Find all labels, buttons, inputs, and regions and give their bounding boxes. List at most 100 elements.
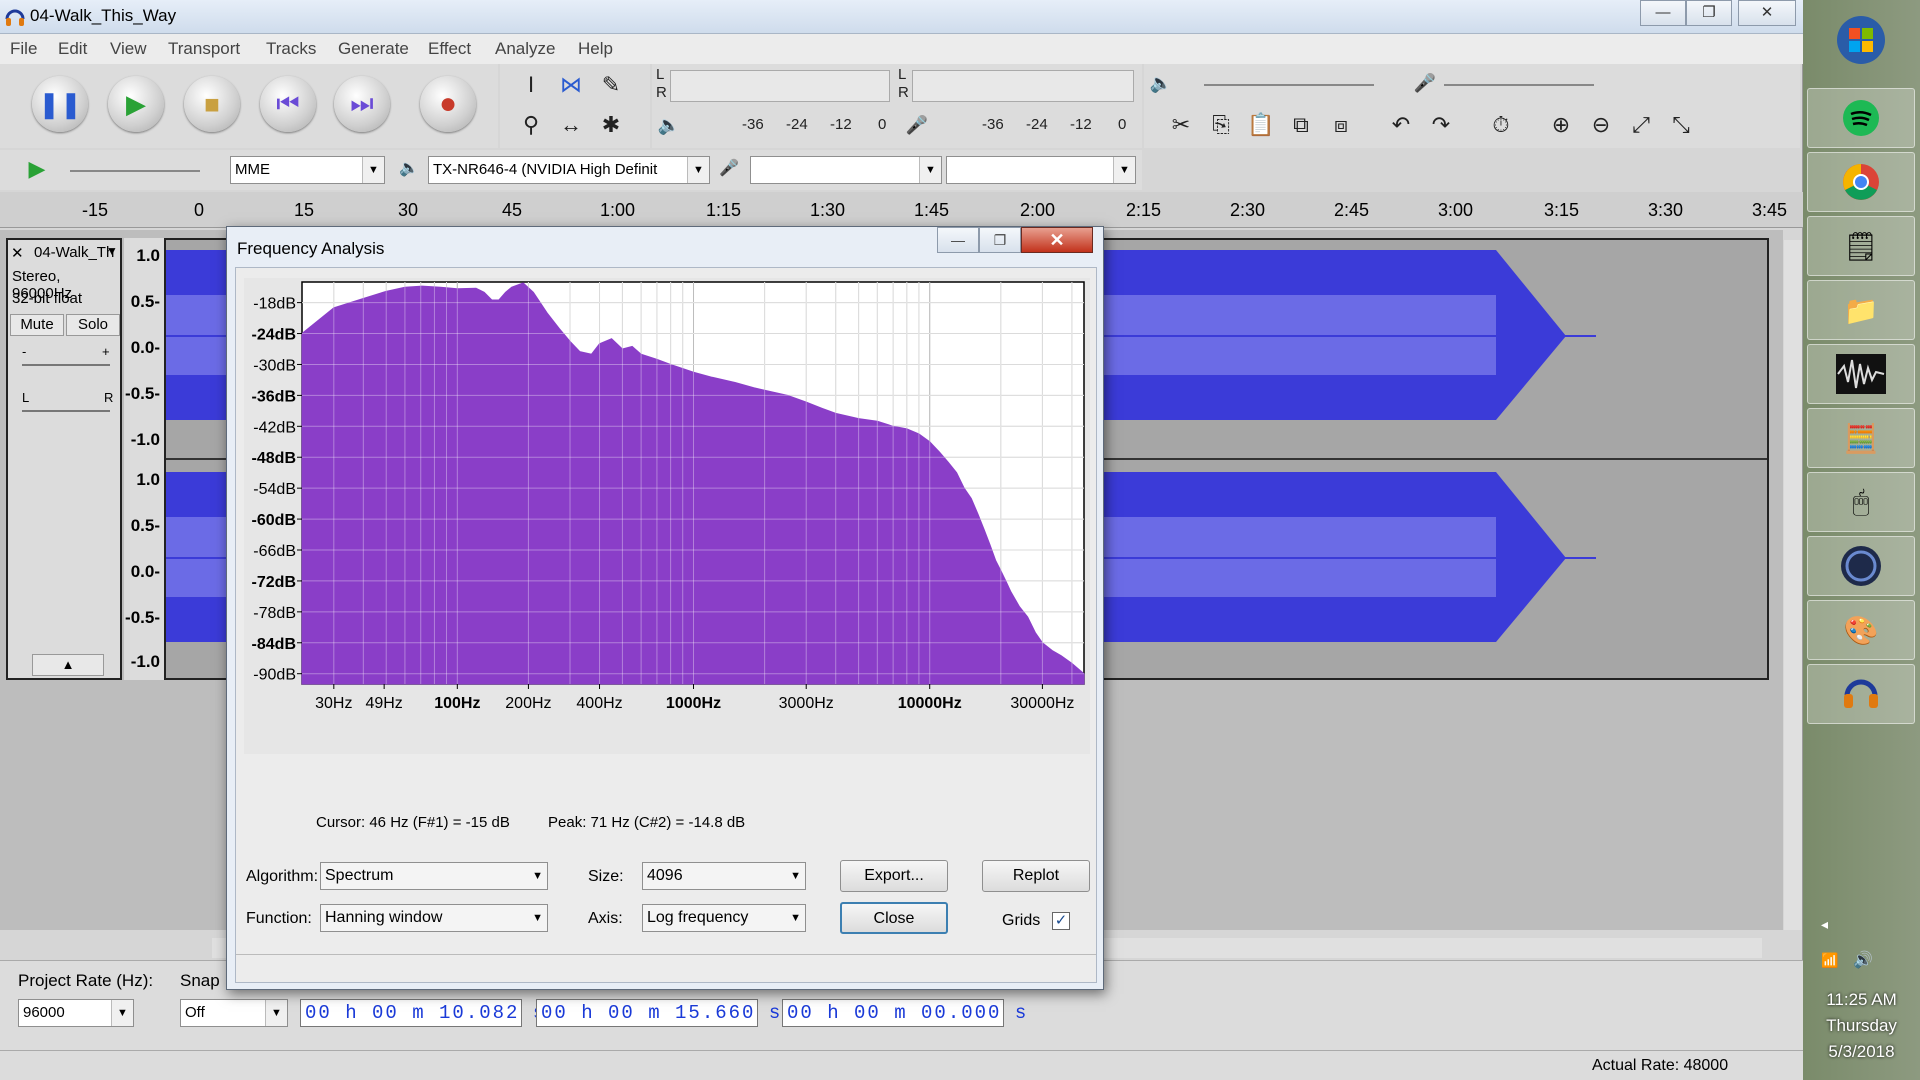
skip-start-icon: ⏮: [276, 88, 300, 118]
close-track-icon[interactable]: ✕: [11, 244, 24, 262]
play-button[interactable]: ▶: [108, 76, 164, 132]
axis-select[interactable]: Log frequency ▼: [642, 904, 806, 932]
record-meter[interactable]: [670, 70, 890, 102]
paste-icon[interactable]: 📋: [1244, 108, 1278, 142]
menu-file[interactable]: File: [10, 39, 37, 59]
dialog-maximize-button[interactable]: ❐: [979, 227, 1021, 253]
spectrum-plot[interactable]: -18dB -24dB -30dB -36dB -42dB -48dB -54dB -60dB…: [244, 278, 1090, 754]
clock-time[interactable]: 11:25 AM: [1803, 990, 1920, 1010]
zoom-tool-icon[interactable]: ⚲: [514, 108, 548, 142]
function-select[interactable]: Hanning window ▼: [320, 904, 548, 932]
taskbar-sticky-notes[interactable]: 🗒: [1807, 216, 1915, 276]
y-tick-label: -78dB: [253, 605, 296, 622]
input-device-select[interactable]: ▼: [750, 156, 942, 184]
size-label: Size:: [588, 868, 624, 885]
skip-to-end-button[interactable]: ⏭: [334, 76, 390, 132]
amplitude-ruler: 1.0 0.5- 0.0- -0.5- -1.0 1.0 0.5- 0.0- -…: [124, 238, 164, 680]
trim-icon[interactable]: ⧉: [1284, 108, 1318, 142]
volume-icon[interactable]: 🔊: [1853, 950, 1873, 970]
winisd-icon: [1841, 546, 1881, 586]
track-menu-chevron-icon[interactable]: ▼: [106, 244, 118, 258]
timeline-tick: 1:45: [914, 200, 950, 220]
taskbar-spotify[interactable]: [1807, 88, 1915, 148]
dialog-close-button[interactable]: ✕: [1021, 227, 1093, 253]
menu-effect[interactable]: Effect: [428, 39, 471, 59]
export-button[interactable]: Export...: [840, 860, 948, 892]
amplitude-tick: 1.0: [136, 470, 160, 489]
output-device-select[interactable]: TX-NR646-4 (NVIDIA High Definit ▼: [428, 156, 710, 184]
selection-start-time[interactable]: 00 h 00 m 10.082 s: [300, 999, 544, 1027]
maximize-button[interactable]: ❐: [1686, 0, 1732, 26]
menu-view[interactable]: View: [110, 39, 147, 59]
menu-tracks[interactable]: Tracks: [266, 39, 316, 59]
input-channels-select[interactable]: ▼: [946, 156, 1136, 184]
fit-selection-icon[interactable]: ⤢: [1624, 108, 1658, 142]
microphone-icon[interactable]: 🎤: [900, 108, 934, 142]
solo-button[interactable]: Solo: [66, 314, 120, 336]
taskbar-mouse[interactable]: 🖱: [1807, 472, 1915, 532]
dialog-minimize-button[interactable]: —: [937, 227, 979, 253]
zoom-out-icon[interactable]: ⊖: [1584, 108, 1618, 142]
menu-analyze[interactable]: Analyze: [495, 39, 555, 59]
record-volume-slider[interactable]: [1444, 84, 1594, 86]
gain-slider[interactable]: [22, 364, 110, 366]
taskbar-paint[interactable]: 🎨: [1807, 600, 1915, 660]
menu-edit[interactable]: Edit: [58, 39, 87, 59]
pan-slider[interactable]: [22, 410, 110, 412]
audio-position-time[interactable]: 00 h 00 m 00.000 s: [782, 999, 1026, 1027]
sync-lock-icon[interactable]: ⏱: [1484, 108, 1518, 142]
copy-icon[interactable]: ⎘: [1204, 108, 1238, 142]
playback-meter[interactable]: [912, 70, 1134, 102]
minimize-button[interactable]: —: [1640, 0, 1686, 26]
skip-to-start-button[interactable]: ⏮: [260, 76, 316, 132]
draw-tool-icon[interactable]: ✎: [594, 68, 628, 102]
undo-icon[interactable]: ↶: [1384, 108, 1418, 142]
replot-button[interactable]: Replot: [982, 860, 1090, 892]
mute-button[interactable]: Mute: [10, 314, 64, 336]
snap-select[interactable]: Off ▼: [180, 999, 288, 1027]
redo-icon[interactable]: ↷: [1424, 108, 1458, 142]
selection-tool-icon[interactable]: I: [514, 68, 548, 102]
playback-volume-icon: 🔈: [1149, 73, 1173, 93]
collapse-track-button[interactable]: ▲: [32, 654, 104, 676]
pause-button[interactable]: ❚❚: [32, 76, 88, 132]
selection-end-time[interactable]: 00 h 00 m 15.660 s: [536, 999, 780, 1027]
track-name-menu[interactable]: 04-Walk_Th: [34, 244, 114, 261]
taskbar-calculator[interactable]: 🧮: [1807, 408, 1915, 468]
taskbar-chrome[interactable]: [1807, 152, 1915, 212]
show-hidden-icons-chevron-icon[interactable]: ◂: [1821, 916, 1828, 933]
network-signal-icon[interactable]: 📶: [1821, 952, 1838, 969]
close-window-button[interactable]: ✕: [1738, 0, 1796, 26]
playback-volume-slider[interactable]: [1204, 84, 1374, 86]
start-button[interactable]: [1807, 10, 1915, 70]
play-at-speed-icon[interactable]: ▶: [20, 152, 54, 186]
silence-icon[interactable]: ⧈: [1324, 108, 1358, 142]
envelope-tool-icon[interactable]: ⋈: [554, 68, 588, 102]
stop-button[interactable]: ■: [184, 76, 240, 132]
size-select[interactable]: 4096 ▼: [642, 862, 806, 890]
algorithm-select[interactable]: Spectrum ▼: [320, 862, 548, 890]
grids-checkbox[interactable]: ✓: [1052, 912, 1070, 930]
project-rate-value: 96000: [23, 1004, 65, 1021]
taskbar-audio-app[interactable]: [1807, 344, 1915, 404]
menu-generate[interactable]: Generate: [338, 39, 409, 59]
multi-tool-icon[interactable]: ✱: [594, 108, 628, 142]
project-rate-select[interactable]: 96000 ▼: [18, 999, 134, 1027]
speaker-icon[interactable]: 🔈: [652, 108, 686, 142]
paint-palette-icon: 🎨: [1843, 614, 1879, 646]
zoom-in-icon[interactable]: ⊕: [1544, 108, 1578, 142]
play-speed-slider[interactable]: [70, 170, 200, 172]
menu-transport[interactable]: Transport: [168, 39, 240, 59]
timeshift-tool-icon[interactable]: ↔: [554, 108, 588, 142]
menu-help[interactable]: Help: [578, 39, 613, 59]
record-button[interactable]: ●: [420, 76, 476, 132]
taskbar-audacity[interactable]: [1807, 664, 1915, 724]
taskbar-winisd[interactable]: [1807, 536, 1915, 596]
taskbar-explorer[interactable]: 📁: [1807, 280, 1915, 340]
vertical-scrollbar[interactable]: [1784, 240, 1802, 930]
cut-icon[interactable]: ✂: [1164, 108, 1198, 142]
fit-project-icon[interactable]: ⤡: [1664, 108, 1698, 142]
close-button[interactable]: Close: [840, 902, 948, 934]
audio-host-select[interactable]: MME ▼: [230, 156, 385, 184]
timeline-ruler[interactable]: -15 0 15 30 45 1:00 1:15 1:30 1:45 2:00 …: [0, 192, 1803, 228]
